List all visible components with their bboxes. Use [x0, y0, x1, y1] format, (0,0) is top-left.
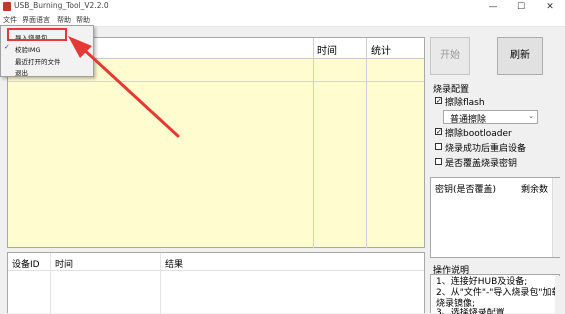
annotation-arrow [68, 36, 180, 138]
arrow-shaft [78, 44, 180, 138]
